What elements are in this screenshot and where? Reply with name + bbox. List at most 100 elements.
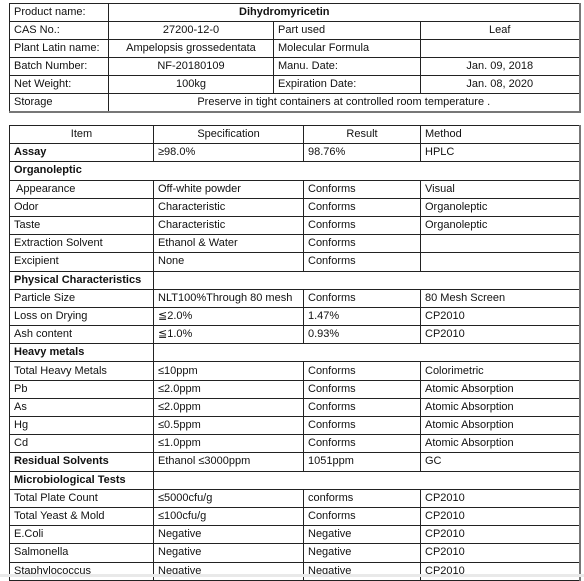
spec-row: Staphylococcus Negative Negative CP2010 xyxy=(9,561,580,581)
specification-cell: None xyxy=(153,252,304,272)
result-cell: Negative xyxy=(303,561,421,581)
cas-value: 27200-12-0 xyxy=(108,21,274,40)
latin-name-label: Plant Latin name: xyxy=(9,39,109,58)
spec-row: Assay ≥98.0% 98.76% HPLC xyxy=(9,143,580,163)
specification-cell: Characteristic xyxy=(153,197,304,217)
section-row: Microbiological Tests xyxy=(9,470,580,490)
spec-row: As ≤2.0ppm Conforms Atomic Absorption xyxy=(9,397,580,418)
method-cell: CP2010 xyxy=(420,306,580,327)
header-specification: Specification xyxy=(153,124,304,145)
specification-cell: Ethanol & Water xyxy=(153,234,304,254)
specification-cell: ≤100cfu/g xyxy=(153,506,304,527)
item-cell: Extraction Solvent xyxy=(9,234,154,254)
section-title: Heavy metals xyxy=(9,343,154,363)
result-cell: Conforms xyxy=(303,197,421,217)
specification-cell: ≤10ppm xyxy=(153,361,304,381)
method-cell: 80 Mesh Screen xyxy=(420,288,580,308)
batch-value: NF-20180109 xyxy=(108,57,274,76)
specification-cell: ≤0.5ppm xyxy=(153,415,304,436)
spec-row: Appearance Off-white powder Conforms Visual xyxy=(9,179,580,199)
specification-cell: Negative xyxy=(153,525,304,545)
result-cell: Conforms xyxy=(303,397,421,418)
section-blank xyxy=(153,343,580,363)
result-cell: Conforms xyxy=(303,288,421,308)
latin-name-value: Ampelopsis grossedentata xyxy=(108,39,274,58)
spec-row: Ash content ≦1.0% 0.93% CP2010 xyxy=(9,325,580,345)
spec-row: Total Heavy Metals ≤10ppm Conforms Colorime… xyxy=(9,361,580,381)
header-result: Result xyxy=(303,124,421,145)
spec-row: Loss on Drying ≦2.0% 1.47% CP2010 xyxy=(9,306,580,327)
spec-row: Total Plate Count ≤5000cfu/g conforms CP201… xyxy=(9,488,580,508)
spec-row: Salmonella Negative Negative CP2010 xyxy=(9,543,580,563)
item-cell: Excipient xyxy=(9,252,154,272)
result-cell: Conforms xyxy=(303,379,421,399)
method-cell: Organoleptic xyxy=(420,215,580,236)
specification-cell: ≥98.0% xyxy=(153,143,304,163)
specification-cell: Off-white powder xyxy=(153,179,304,199)
item-cell: Loss on Drying xyxy=(9,306,154,327)
specification-cell: ≦2.0% xyxy=(153,306,304,327)
result-cell: Conforms xyxy=(303,252,421,272)
method-cell: Atomic Absorption xyxy=(420,397,580,418)
product-info-table: Product name: Dihydromyricetin CAS No.: … xyxy=(9,3,581,113)
specification-cell: ≤5000cfu/g xyxy=(153,488,304,508)
item-cell: Total Yeast & Mold xyxy=(9,506,154,527)
product-name-value: Dihydromyricetin xyxy=(107,3,581,22)
item-cell: Appearance xyxy=(9,179,154,199)
item-cell: Salmonella xyxy=(9,543,154,563)
method-cell: CP2010 xyxy=(420,325,580,345)
result-cell: Conforms xyxy=(303,179,421,199)
result-cell: 98.76% xyxy=(303,143,421,163)
spec-row: Pb ≤2.0ppm Conforms Atomic Absorption xyxy=(9,379,580,399)
result-cell: 1051ppm xyxy=(303,452,421,472)
manu-date-value: Jan. 09, 2018 xyxy=(419,57,581,76)
spec-header-row: Item Specification Result Method xyxy=(9,124,580,145)
item-cell: Taste xyxy=(9,215,154,236)
spec-row: Particle Size NLT100%Through 80 mesh Confo… xyxy=(9,288,580,308)
method-cell: Atomic Absorption xyxy=(420,379,580,399)
result-cell: Negative xyxy=(303,525,421,545)
header-method: Method xyxy=(420,124,580,145)
section-row: Heavy metals xyxy=(9,343,580,363)
spec-row: E.Coli Negative Negative CP2010 xyxy=(9,525,580,545)
result-cell: Negative xyxy=(303,543,421,563)
spec-body: Assay ≥98.0% 98.76% HPLC Organoleptic Appeara… xyxy=(9,143,580,581)
method-cell: CP2010 xyxy=(420,525,580,545)
section-row: Organoleptic xyxy=(9,161,580,181)
info-row-cas: CAS No.: 27200-12-0 Part used Leaf xyxy=(9,21,581,40)
section-title: Physical Characteristics xyxy=(9,270,154,290)
formula-label: Molecular Formula xyxy=(273,39,421,58)
storage-label: Storage xyxy=(9,93,109,113)
net-weight-value: 100kg xyxy=(108,75,274,94)
formula-value xyxy=(419,39,581,58)
manu-date-label: Manu. Date: xyxy=(273,57,421,76)
storage-value: Preserve in tight containers at controll… xyxy=(107,93,581,113)
info-row-product-name: Product name: Dihydromyricetin xyxy=(9,3,581,22)
specification-cell: ≤2.0ppm xyxy=(153,379,304,399)
item-cell: Total Heavy Metals xyxy=(9,361,154,381)
spec-row: Odor Characteristic Conforms Organoleptic xyxy=(9,197,580,217)
batch-label: Batch Number: xyxy=(9,57,109,76)
info-row-weight: Net Weight: 100kg Expiration Date: Jan. … xyxy=(9,75,581,94)
section-title: Microbiological Tests xyxy=(9,470,154,490)
specification-cell: Characteristic xyxy=(153,215,304,236)
header-item: Item xyxy=(9,124,154,145)
specification-table: Item Specification Result Method Assay ≥9… xyxy=(9,124,581,581)
item-cell: Cd xyxy=(9,434,154,454)
item-cell: Ash content xyxy=(9,325,154,345)
method-cell: Colorimetric xyxy=(420,361,580,381)
item-cell: Pb xyxy=(9,379,154,399)
item-cell: Total Plate Count xyxy=(9,488,154,508)
result-cell: conforms xyxy=(303,488,421,508)
spec-row: Cd ≤1.0ppm Conforms Atomic Absorption xyxy=(9,434,580,454)
result-cell: Conforms xyxy=(303,234,421,254)
specification-cell: Negative xyxy=(153,543,304,563)
part-used-label: Part used xyxy=(273,21,421,40)
method-cell: HPLC xyxy=(420,143,580,163)
section-blank xyxy=(153,470,580,490)
spec-row: Excipient None Conforms xyxy=(9,252,580,272)
item-cell: Staphylococcus xyxy=(9,561,154,581)
spec-row: Residual Solvents Ethanol ≤3000ppm 1051ppm… xyxy=(9,452,580,472)
method-cell: Atomic Absorption xyxy=(420,415,580,436)
result-cell: 0.93% xyxy=(303,325,421,345)
